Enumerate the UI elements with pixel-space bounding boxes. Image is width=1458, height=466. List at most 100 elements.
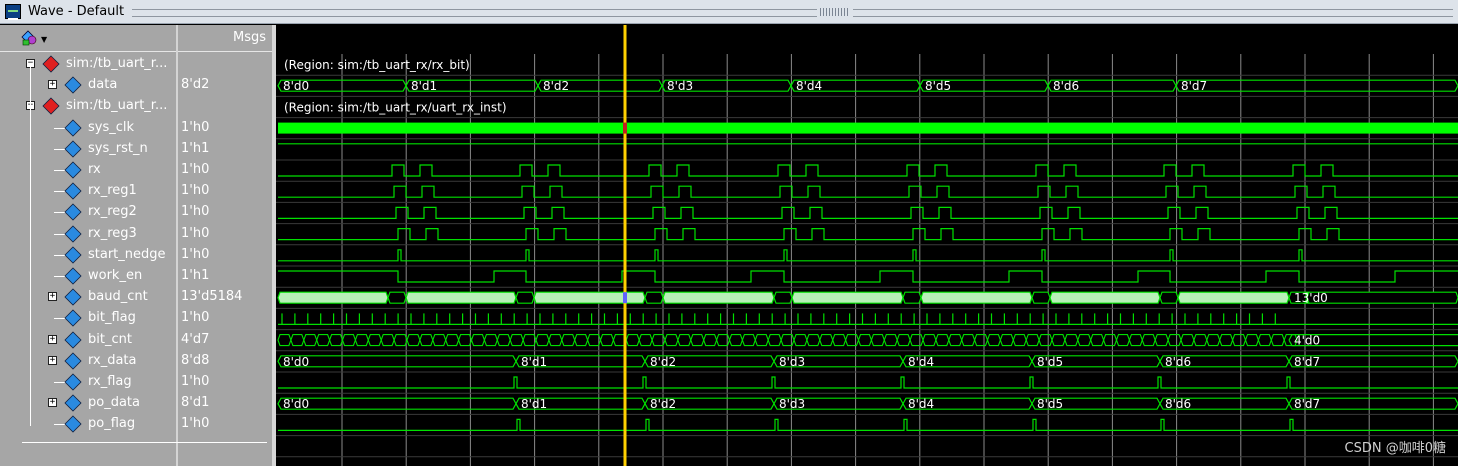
signal-row-rx-reg1[interactable]: rx_reg1 1'h0 <box>0 181 272 202</box>
signal-name: rx_reg1 <box>88 183 137 199</box>
expand-toggle[interactable]: + <box>48 398 57 408</box>
bus-value-label: 8'd1 <box>521 397 547 411</box>
waveform-canvas[interactable]: (Region: sim:/tb_uart_rx/rx_bit) 8'd0 8'd1… <box>276 25 1458 466</box>
bit-cnt-segment <box>948 334 963 347</box>
signal-row-rx-reg2[interactable]: rx_reg2 1'h0 <box>0 202 272 223</box>
blue-diamond-icon <box>64 203 82 221</box>
bit-cnt-segment <box>819 334 834 347</box>
signal-row-rx-reg3[interactable]: rx_reg3 1'h0 <box>0 224 272 245</box>
bit-cnt-segment <box>780 334 795 347</box>
bit-waveform <box>278 164 1458 177</box>
bit-cnt-segment <box>857 334 872 347</box>
expand-toggle[interactable]: + <box>48 334 57 344</box>
blue-diamond-icon <box>64 309 82 327</box>
bit-cnt-segment <box>445 334 460 347</box>
expand-toggle[interactable]: + <box>48 355 57 365</box>
signal-value: 1'h0 <box>181 246 210 262</box>
baud-cnt-segment <box>773 291 793 304</box>
bit-waveform <box>278 270 1458 283</box>
bit-cnt-segment <box>1141 334 1156 347</box>
bit-cnt-segment <box>393 334 408 347</box>
bit-waveform <box>278 228 1458 241</box>
bit-cnt-segment <box>703 334 718 347</box>
signal-row-bit-cnt[interactable]: + bit_cnt 4'd7 <box>0 330 272 351</box>
bit-cnt-segment <box>625 334 640 347</box>
bus-value-label: 8'd2 <box>650 355 676 369</box>
signal-name: bit_cnt <box>88 331 132 347</box>
signal-name: rx_flag <box>88 374 132 389</box>
expand-toggle[interactable]: + <box>48 80 57 90</box>
bit-cnt-segment <box>458 334 473 347</box>
bit-cnt-segment <box>432 334 447 347</box>
blue-diamond-icon <box>64 161 82 179</box>
signal-name: rx_reg2 <box>88 204 137 220</box>
bit-cnt-segment <box>896 334 911 347</box>
signal-row-baud-cnt[interactable]: + baud_cnt 13'd5184 <box>0 287 272 308</box>
signal-name: data <box>88 77 118 93</box>
signal-name: sim:/tb_uart_r... <box>66 98 168 114</box>
bit-cnt-segment <box>1167 334 1182 347</box>
signal-row-sys-rst-n[interactable]: sys_rst_n 1'h1 <box>0 139 272 160</box>
bit-cnt-segment <box>909 334 924 347</box>
signal-value: 13'd5184 <box>181 289 243 305</box>
signal-row-sys-clk[interactable]: sys_clk 1'h0 <box>0 118 272 139</box>
bit-cnt-end-label: 4'd0 <box>1294 334 1320 348</box>
signal-value: 1'h0 <box>181 204 210 220</box>
signal-value: 1'h1 <box>181 268 210 283</box>
title-drag-handle[interactable] <box>820 8 850 16</box>
baud-cnt-segment <box>1049 291 1161 304</box>
bit-cnt-segment <box>1232 334 1247 347</box>
bit-cnt-segment <box>1270 334 1285 347</box>
bit-cnt-segment <box>1090 334 1105 347</box>
bus-value-label: 8'd6 <box>1053 79 1079 93</box>
signal-row-work-en[interactable]: work_en 1'h1 <box>0 266 272 287</box>
bit-cnt-segment <box>832 334 847 347</box>
blue-diamond-icon <box>64 288 82 306</box>
bit-cnt-segment <box>1257 334 1272 347</box>
expand-toggle[interactable]: + <box>48 292 57 302</box>
signal-row-rx-data[interactable]: + rx_data 8'd8 <box>0 351 272 372</box>
bit-cnt-segment <box>367 334 382 347</box>
waveform-window-icon <box>5 4 21 20</box>
bus-value-label: 8'd0 <box>283 355 309 369</box>
bit-cnt-segment <box>354 334 369 347</box>
signal-row-sim-tb-uart-r-[interactable]: −sim:/tb_uart_r... <box>0 96 272 117</box>
shapes-dropdown-icon[interactable] <box>20 29 38 47</box>
bit-waveform <box>278 249 1458 262</box>
signal-name: po_data <box>88 395 140 411</box>
blue-diamond-icon <box>64 119 82 137</box>
red-diamond-icon <box>42 55 60 73</box>
bit-cnt-segment <box>1051 334 1066 347</box>
bit-cnt-segment <box>316 334 331 347</box>
signal-value: 1'h0 <box>181 225 210 241</box>
bit-cnt-segment <box>574 334 589 347</box>
baud-cnt-segment <box>1031 291 1051 304</box>
window-title-bar[interactable]: Wave - Default <box>0 0 1458 24</box>
signal-row-sim-tb-uart-r-[interactable]: −sim:/tb_uart_r... <box>0 54 272 75</box>
signal-row-rx-flag[interactable]: rx_flag 1'h0 <box>0 372 272 393</box>
signal-row-bit-flag[interactable]: bit_flag 1'h0 <box>0 308 272 329</box>
bus-value-label: 8'd7 <box>1294 397 1320 411</box>
bus-value-label: 8'd0 <box>283 79 309 93</box>
chevron-down-icon[interactable]: ▼ <box>41 35 47 44</box>
blue-diamond-icon <box>64 415 82 433</box>
signal-name: sim:/tb_uart_r... <box>66 56 168 71</box>
bit-cnt-segment <box>1038 334 1053 347</box>
bit-cnt-segment <box>496 334 511 347</box>
bit-cnt-segment <box>754 334 769 347</box>
bus-value-label: 8'd5 <box>1037 355 1063 369</box>
title-grip-left <box>132 9 817 17</box>
signal-name: baud_cnt <box>88 289 148 305</box>
signal-row-rx[interactable]: rx 1'h0 <box>0 160 272 181</box>
bit-cnt-segment <box>806 334 821 347</box>
signal-row-po-flag[interactable]: po_flag 1'h0 <box>0 414 272 435</box>
signal-row-po-data[interactable]: + po_data 8'd1 <box>0 393 272 414</box>
bit-waveform <box>278 185 1458 198</box>
signal-value: 4'd7 <box>181 331 210 347</box>
bus-value-label: 8'd7 <box>1294 355 1320 369</box>
signal-row-start-nedge[interactable]: start_nedge 1'h0 <box>0 245 272 266</box>
bit-cnt-segment <box>483 334 498 347</box>
bit-cnt-segment <box>961 334 976 347</box>
signal-row-data[interactable]: + data 8'd2 <box>0 75 272 96</box>
bus-value-label: 8'd6 <box>1165 397 1191 411</box>
